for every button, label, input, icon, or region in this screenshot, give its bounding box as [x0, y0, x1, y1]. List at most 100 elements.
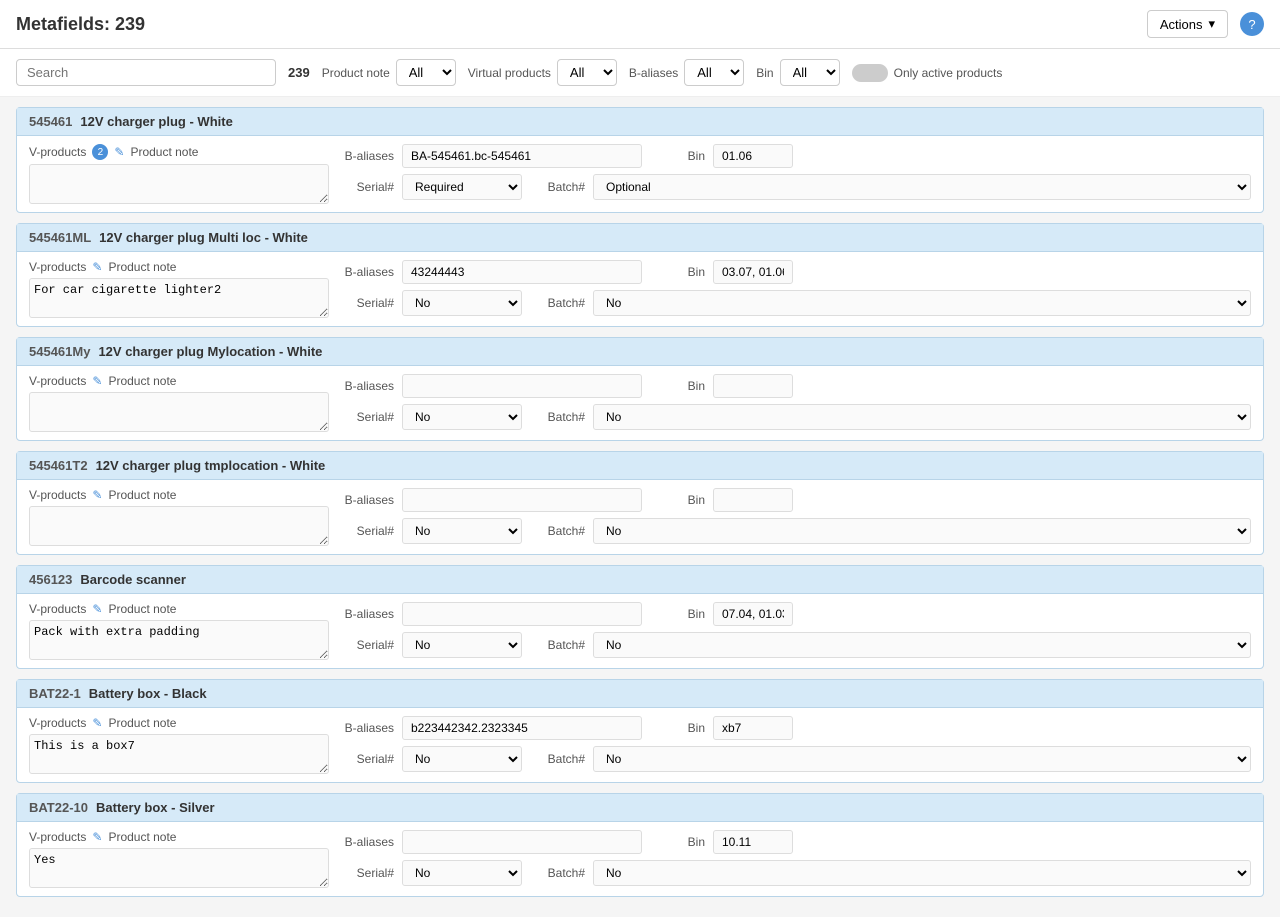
edit-icon[interactable]: ✎ [92, 374, 102, 388]
bin-input[interactable] [713, 260, 793, 284]
help-button[interactable]: ? [1240, 12, 1264, 36]
b-aliases-label: B-aliases [339, 607, 394, 621]
batch-select[interactable]: NoRequiredOptional [593, 290, 1251, 316]
b-aliases-input[interactable] [402, 830, 642, 854]
bin-label: Bin [650, 835, 705, 849]
serial-label: Serial# [339, 524, 394, 538]
b-aliases-input[interactable] [402, 602, 642, 626]
product-note-select[interactable]: All [396, 59, 456, 86]
help-icon: ? [1248, 17, 1255, 32]
serial-select[interactable]: NoRequiredOptional [402, 632, 522, 658]
v-products-label: V-products [29, 830, 86, 844]
batch-select[interactable]: NoRequiredOptional [593, 632, 1251, 658]
serial-batch-row: Serial# NoRequiredOptional Batch# NoRequ… [339, 746, 1251, 772]
serial-select[interactable]: NoRequiredOptional [402, 174, 522, 200]
product-left-col: V-products ✎ Product note Yes [29, 830, 329, 888]
product-row: V-products ✎ Product note B-aliases Bin … [17, 480, 1263, 554]
product-name: 12V charger plug tmplocation - White [96, 458, 326, 473]
batch-select[interactable]: NoRequiredOptional [593, 404, 1251, 430]
product-name: Barcode scanner [80, 572, 186, 587]
actions-label: Actions [1160, 17, 1203, 32]
v-products-badge: 2 [92, 144, 108, 160]
edit-icon[interactable]: ✎ [92, 602, 102, 616]
edit-icon[interactable]: ✎ [114, 145, 124, 159]
product-header: 456123 Barcode scanner [17, 566, 1263, 594]
batch-label: Batch# [530, 638, 585, 652]
batch-select[interactable]: NoRequiredOptional [593, 518, 1251, 544]
b-aliases-row: B-aliases Bin [339, 830, 1251, 854]
bin-select[interactable]: All [780, 59, 840, 86]
product-block: BAT22-1 Battery box - Black V-products ✎… [16, 679, 1264, 783]
serial-label: Serial# [339, 410, 394, 424]
edit-icon[interactable]: ✎ [92, 260, 102, 274]
serial-select[interactable]: NoRequiredOptional [402, 746, 522, 772]
bin-input[interactable] [713, 488, 793, 512]
b-aliases-row: B-aliases Bin [339, 488, 1251, 512]
app-container: Metafields: 239 Actions ▾ ? 239 Product … [0, 0, 1280, 917]
product-note-textarea[interactable] [29, 506, 329, 546]
product-left-col: V-products ✎ Product note This is a box7 [29, 716, 329, 774]
v-products-row: V-products ✎ Product note [29, 488, 329, 502]
product-id: 545461ML [29, 230, 91, 245]
product-note-textarea[interactable] [29, 392, 329, 432]
bin-input[interactable] [713, 144, 793, 168]
bin-input[interactable] [713, 374, 793, 398]
product-block: 545461 12V charger plug - White V-produc… [16, 107, 1264, 213]
bin-input[interactable] [713, 602, 793, 626]
filter-bar: 239 Product note All Virtual products Al… [0, 49, 1280, 97]
v-products-row: V-products ✎ Product note [29, 830, 329, 844]
serial-select[interactable]: NoRequiredOptional [402, 290, 522, 316]
serial-label: Serial# [339, 866, 394, 880]
product-id: BAT22-10 [29, 800, 88, 815]
product-note-label: Product note [108, 716, 176, 730]
product-note-textarea[interactable]: Yes [29, 848, 329, 888]
serial-select[interactable]: NoRequiredOptional [402, 518, 522, 544]
edit-icon[interactable]: ✎ [92, 716, 102, 730]
edit-icon[interactable]: ✎ [92, 830, 102, 844]
serial-batch-row: Serial# NoRequiredOptional Batch# NoRequ… [339, 518, 1251, 544]
product-right-col: B-aliases Bin Serial# NoRequiredOptional… [339, 716, 1251, 772]
b-aliases-input[interactable] [402, 374, 642, 398]
product-note-filter: Product note All [322, 59, 456, 86]
product-id: BAT22-1 [29, 686, 81, 701]
batch-select[interactable]: NoRequiredOptional [593, 746, 1251, 772]
header-right: Actions ▾ ? [1147, 10, 1264, 38]
search-input[interactable] [16, 59, 276, 86]
virtual-products-select[interactable]: All [557, 59, 617, 86]
product-block: 545461My 12V charger plug Mylocation - W… [16, 337, 1264, 441]
product-header: 545461ML 12V charger plug Multi loc - Wh… [17, 224, 1263, 252]
product-note-textarea[interactable] [29, 164, 329, 204]
serial-batch-row: Serial# NoRequiredOptional Batch# NoRequ… [339, 174, 1251, 200]
product-left-col: V-products 2 ✎ Product note [29, 144, 329, 204]
b-aliases-select[interactable]: All [684, 59, 744, 86]
product-right-col: B-aliases Bin Serial# NoRequiredOptional… [339, 374, 1251, 430]
bin-input[interactable] [713, 830, 793, 854]
serial-select[interactable]: NoRequiredOptional [402, 860, 522, 886]
batch-select[interactable]: NoRequiredOptional [593, 174, 1251, 200]
b-aliases-input[interactable] [402, 488, 642, 512]
v-products-row: V-products 2 ✎ Product note [29, 144, 329, 160]
b-aliases-input[interactable] [402, 144, 642, 168]
edit-icon[interactable]: ✎ [92, 488, 102, 502]
b-aliases-label: B-aliases [339, 493, 394, 507]
bin-label: Bin [650, 493, 705, 507]
product-right-col: B-aliases Bin Serial# NoRequiredOptional… [339, 144, 1251, 200]
bin-label: Bin [650, 149, 705, 163]
v-products-row: V-products ✎ Product note [29, 602, 329, 616]
product-note-textarea[interactable]: For car cigarette lighter2 [29, 278, 329, 318]
content: 545461 12V charger plug - White V-produc… [0, 97, 1280, 917]
b-aliases-input[interactable] [402, 260, 642, 284]
batch-select[interactable]: NoRequiredOptional [593, 860, 1251, 886]
serial-label: Serial# [339, 638, 394, 652]
product-note-textarea[interactable]: Pack with extra padding [29, 620, 329, 660]
product-note-textarea[interactable]: This is a box7 [29, 734, 329, 774]
product-row: V-products 2 ✎ Product note B-aliases Bi… [17, 136, 1263, 212]
serial-select[interactable]: NoRequiredOptional [402, 404, 522, 430]
v-products-row: V-products ✎ Product note [29, 260, 329, 274]
product-note-label: Product note [108, 602, 176, 616]
active-products-toggle[interactable] [852, 64, 888, 82]
product-name: Battery box - Silver [96, 800, 215, 815]
product-name: 12V charger plug Multi loc - White [99, 230, 308, 245]
product-left-col: V-products ✎ Product note For car cigare… [29, 260, 329, 318]
actions-button[interactable]: Actions ▾ [1147, 10, 1228, 38]
